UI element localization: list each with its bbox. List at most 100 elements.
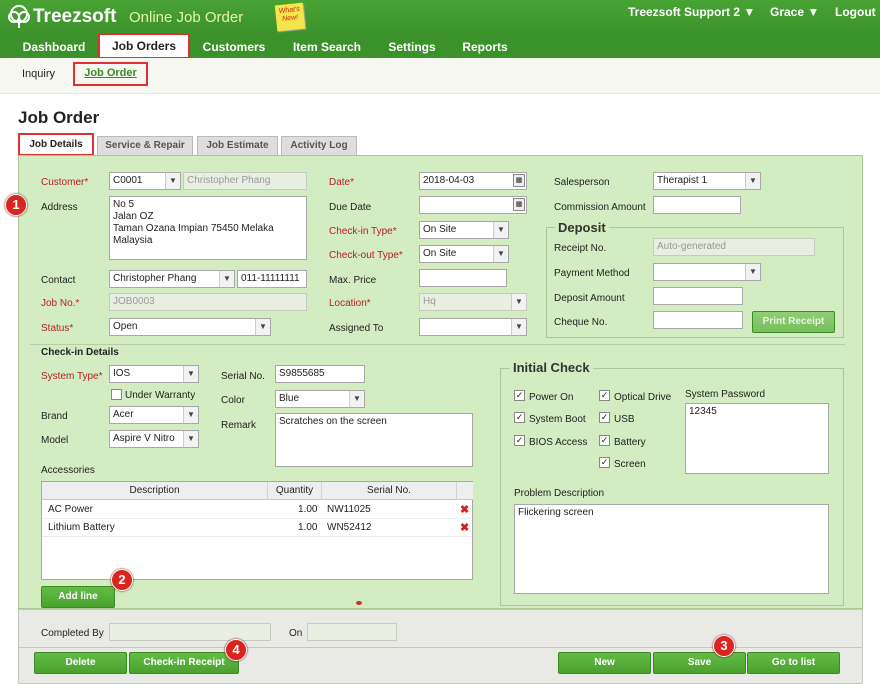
location-select: Hq ▼ bbox=[419, 293, 527, 311]
nav-job-orders[interactable]: Job Orders bbox=[98, 33, 190, 59]
usb-checkbox[interactable]: ✓ bbox=[599, 412, 610, 423]
usb-label: USB bbox=[614, 414, 635, 425]
under-warranty-checkbox[interactable] bbox=[111, 389, 122, 400]
receipt-no-label: Receipt No. bbox=[554, 243, 607, 254]
address-label: Address bbox=[41, 202, 78, 213]
problem-description-label: Problem Description bbox=[514, 488, 605, 499]
delete-row-icon[interactable]: ✖ bbox=[460, 521, 469, 534]
problem-description-field[interactable]: Flickering screen bbox=[514, 504, 829, 594]
status-select[interactable]: Open ▼ bbox=[109, 318, 271, 336]
power-on-label: Power On bbox=[529, 392, 574, 403]
subnav-job-order[interactable]: Job Order bbox=[73, 62, 148, 86]
due-date-field[interactable]: ▦ bbox=[419, 196, 527, 214]
commission-field[interactable] bbox=[653, 196, 741, 214]
salesperson-select[interactable]: Therapist 1 ▼ bbox=[653, 172, 761, 190]
table-row[interactable]: Lithium Battery 1.00 WN52412 ✖ bbox=[42, 519, 472, 537]
print-receipt-button[interactable]: Print Receipt bbox=[752, 311, 835, 333]
whats-new-note[interactable]: What's New! bbox=[274, 2, 306, 32]
nav-item-search[interactable]: Item Search bbox=[285, 38, 369, 58]
contact-phone-field[interactable]: 011-11111111 bbox=[237, 270, 307, 288]
checkin-type-select[interactable]: On Site ▼ bbox=[419, 221, 509, 239]
system-boot-checkbox[interactable]: ✓ bbox=[514, 412, 525, 423]
nav-reports[interactable]: Reports bbox=[455, 38, 515, 58]
max-price-field[interactable] bbox=[419, 269, 507, 287]
table-row[interactable]: AC Power 1.00 NW11025 ✖ bbox=[42, 501, 472, 519]
tab-job-estimate[interactable]: Job Estimate bbox=[197, 136, 278, 155]
system-type-select[interactable]: IOS ▼ bbox=[109, 365, 199, 383]
date-field[interactable]: 2018-04-03 ▦ bbox=[419, 172, 527, 190]
date-label: Date* bbox=[329, 177, 355, 188]
checkout-type-label: Check-out Type* bbox=[329, 250, 403, 261]
company-menu[interactable]: Treezsoft Support 2 ▼ bbox=[628, 5, 755, 19]
new-button[interactable]: New bbox=[558, 652, 651, 674]
go-to-list-button[interactable]: Go to list bbox=[747, 652, 840, 674]
battery-checkbox[interactable]: ✓ bbox=[599, 435, 610, 446]
address-field[interactable]: No 5 Jalan OZ Taman Ozana Impian 75450 M… bbox=[109, 196, 307, 260]
customer-label: Customer* bbox=[41, 177, 89, 188]
nav-dashboard[interactable]: Dashboard bbox=[14, 38, 94, 58]
chevron-down-icon: ▼ bbox=[183, 431, 198, 447]
tab-service-repair[interactable]: Service & Repair bbox=[97, 136, 193, 155]
tab-activity-log[interactable]: Activity Log bbox=[281, 136, 357, 155]
assigned-to-select[interactable]: ▼ bbox=[419, 318, 527, 336]
checkin-type-value: On Site bbox=[423, 224, 457, 235]
row-description: Lithium Battery bbox=[48, 522, 115, 533]
contact-label: Contact bbox=[41, 275, 76, 286]
callout-3: 3 bbox=[713, 635, 735, 657]
calendar-icon[interactable]: ▦ bbox=[513, 198, 525, 211]
battery-label: Battery bbox=[614, 437, 646, 448]
color-label: Color bbox=[221, 395, 245, 406]
add-line-button[interactable]: Add line bbox=[41, 586, 115, 608]
app-name: Online Job Order bbox=[129, 9, 244, 26]
max-price-label: Max. Price bbox=[329, 275, 377, 286]
deposit-amount-field[interactable] bbox=[653, 287, 743, 305]
brand-label: Brand bbox=[41, 411, 68, 422]
system-password-field[interactable]: 12345 bbox=[685, 403, 829, 474]
brand-select[interactable]: Acer ▼ bbox=[109, 406, 199, 424]
salesperson-value: Therapist 1 bbox=[657, 175, 708, 186]
row-description: AC Power bbox=[48, 504, 94, 515]
status-label: Status* bbox=[41, 323, 74, 334]
optical-drive-checkbox[interactable]: ✓ bbox=[599, 390, 610, 401]
screen-checkbox[interactable]: ✓ bbox=[599, 457, 610, 468]
assigned-to-label: Assigned To bbox=[329, 323, 384, 334]
calendar-icon[interactable]: ▦ bbox=[513, 174, 525, 187]
tab-job-details[interactable]: Job Details bbox=[18, 133, 94, 156]
save-button[interactable]: Save bbox=[653, 652, 746, 674]
color-value: Blue bbox=[279, 393, 300, 404]
job-no-field: JOB0003 bbox=[109, 293, 307, 311]
brand-name: Treezsoft bbox=[33, 6, 117, 27]
bios-access-checkbox[interactable]: ✓ bbox=[514, 435, 525, 446]
chevron-down-icon: ▼ bbox=[511, 294, 526, 310]
screen-label: Screen bbox=[614, 459, 646, 470]
contact-name-select[interactable]: Christopher Phang ▼ bbox=[109, 270, 235, 288]
checkout-type-value: On Site bbox=[423, 248, 457, 259]
model-select[interactable]: Aspire V Nitro ▼ bbox=[109, 430, 199, 448]
checkin-receipt-button[interactable]: Check-in Receipt bbox=[129, 652, 239, 674]
serial-no-field[interactable]: S9855685 bbox=[275, 365, 365, 383]
delete-row-icon[interactable]: ✖ bbox=[460, 503, 469, 516]
logout-link[interactable]: Logout bbox=[835, 5, 876, 19]
delete-button[interactable]: Delete bbox=[34, 652, 127, 674]
payment-method-select[interactable]: ▼ bbox=[653, 263, 761, 281]
date-value: 2018-04-03 bbox=[423, 175, 475, 186]
location-label: Location* bbox=[329, 298, 371, 309]
color-select[interactable]: Blue ▼ bbox=[275, 390, 365, 408]
brand-value: Acer bbox=[113, 409, 134, 420]
job-no-label: Job No.* bbox=[41, 298, 80, 309]
user-menu[interactable]: Grace ▼ bbox=[770, 5, 819, 19]
customer-code-select[interactable]: C0001 ▼ bbox=[109, 172, 181, 190]
location-value: Hq bbox=[423, 296, 436, 307]
system-password-label: System Password bbox=[685, 389, 766, 400]
col-header-description: Description bbox=[42, 482, 268, 500]
nav-customers[interactable]: Customers bbox=[196, 38, 272, 58]
accessories-table: Description Quantity Serial No. AC Power… bbox=[41, 481, 473, 580]
optical-drive-label: Optical Drive bbox=[614, 392, 672, 403]
checkout-type-select[interactable]: On Site ▼ bbox=[419, 245, 509, 263]
nav-settings[interactable]: Settings bbox=[380, 38, 444, 58]
subnav-inquiry[interactable]: Inquiry bbox=[22, 68, 55, 80]
remark-field[interactable]: Scratches on the screen bbox=[275, 413, 473, 467]
power-on-checkbox[interactable]: ✓ bbox=[514, 390, 525, 401]
system-type-label: System Type* bbox=[41, 371, 103, 382]
cheque-no-field[interactable] bbox=[653, 311, 743, 329]
